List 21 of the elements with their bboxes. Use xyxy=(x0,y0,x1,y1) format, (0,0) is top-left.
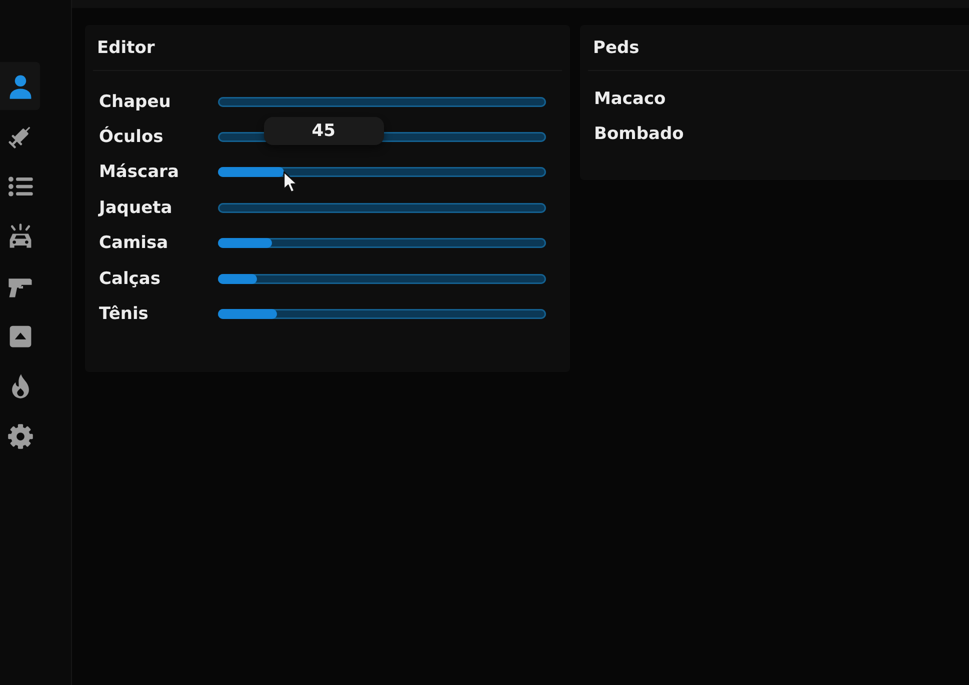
list-item[interactable]: Macaco xyxy=(580,82,672,118)
slider-label: Jaqueta xyxy=(99,198,172,218)
slider-track[interactable] xyxy=(218,202,546,213)
list-item[interactable]: Bombado xyxy=(580,117,690,153)
panel-title: Editor xyxy=(96,37,156,60)
slider-track[interactable] xyxy=(218,167,546,178)
slider-track[interactable] xyxy=(218,96,546,107)
slider-track[interactable] xyxy=(218,274,546,284)
value-tooltip: 45 xyxy=(264,117,384,146)
slider-track[interactable] xyxy=(218,238,546,248)
panel-title: Peds xyxy=(592,37,640,60)
sidebar-tab[interactable] xyxy=(0,62,40,110)
slider-label: Tênis xyxy=(99,304,148,324)
slider-label: Óculos xyxy=(99,127,164,148)
slider-label: Camisa xyxy=(99,233,168,254)
slider-label: Calças xyxy=(99,268,160,289)
slider-track[interactable] xyxy=(218,309,546,320)
mouse-pointer-icon xyxy=(282,171,297,194)
slider-label: Chapeu xyxy=(99,92,171,112)
settings-icon xyxy=(6,422,34,450)
slider-label: Máscara xyxy=(99,162,179,182)
